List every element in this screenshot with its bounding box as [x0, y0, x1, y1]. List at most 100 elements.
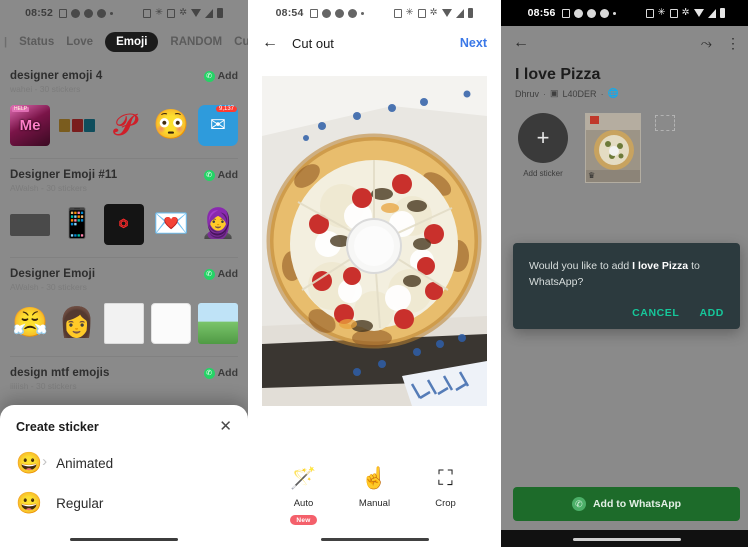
meta-separator: · [600, 88, 604, 99]
option-animated[interactable]: 😀 › Animated [16, 453, 232, 474]
tool-auto-label: Auto [293, 498, 314, 509]
sticker-preview[interactable]: 💌 [151, 204, 191, 245]
nope-emoji-sticker-icon: 😤 [11, 307, 49, 339]
sticker-pack-row[interactable]: designer emoji 4 wahei - 30 stickers ✆ A… [10, 60, 238, 146]
message-dot-icon [321, 8, 331, 18]
battery-icon [467, 8, 474, 18]
signal-icon [205, 8, 214, 18]
pack-header: designer emoji 4 wahei - 30 stickers ✆ A… [10, 70, 238, 94]
tab-status[interactable]: Status [19, 36, 54, 48]
emoji-sticker-icon: 😳 [152, 109, 190, 141]
add-pack-button[interactable]: ✆ Add [203, 70, 238, 82]
add-pack-button[interactable]: ✆ Add [203, 367, 238, 379]
sticker-preview[interactable]: 😤 [10, 303, 50, 344]
home-indicator[interactable] [320, 537, 429, 541]
battery-icon [719, 8, 726, 18]
love-letter-sticker-icon: 💌 [152, 208, 190, 240]
sticker-preview[interactable]: HELP Me [10, 105, 50, 146]
qr-icon [669, 8, 678, 18]
sticker-art-tag: HELP [12, 106, 30, 112]
pack-preview-strip[interactable]: 📱 ⏣ 💌 🧕 [10, 201, 238, 245]
sticker-preview[interactable]: 9,137 ✉ [198, 105, 238, 146]
sticker-preview[interactable] [57, 105, 97, 146]
sticker-pack-row[interactable]: Designer Emoji #11 AWalsh - 30 stickers … [10, 159, 238, 245]
hand-phone-sticker-icon: 📱 [58, 208, 96, 240]
tool-auto[interactable]: 🪄 Auto New [274, 466, 334, 525]
smiley-icon: 😀 [16, 492, 43, 515]
message-dot-icon [334, 8, 344, 18]
add-pack-button[interactable]: ✆ Add [203, 169, 238, 181]
sticker-pack-list: designer emoji 4 wahei - 30 stickers ✆ A… [0, 60, 248, 391]
tab-edge-partial: | [4, 36, 8, 48]
tab-love[interactable]: Love [66, 36, 93, 48]
three-phone-screenshots: 08:52 ✳ ✲ | Status Love Emoji RANDOM Cut… [0, 0, 748, 547]
sheet-header: Create sticker ✕ [16, 419, 232, 434]
pack-header: Designer Emoji #11 AWalsh - 30 stickers … [10, 169, 238, 193]
panel-cut-out: 08:54 ✳ ✲ ← Cut out Next 🪄 Auto New ☝ Ma… [250, 0, 499, 547]
sticker-preview[interactable]: ⏣ [104, 204, 144, 245]
sticker-preview[interactable]: 𝓟 [104, 105, 144, 146]
pack-title: designer emoji 4 [10, 70, 103, 82]
nfc-icon [143, 8, 151, 18]
status-bar: 08:54 ✳ ✲ [250, 0, 499, 26]
message-dot-icon [586, 8, 596, 18]
tool-crop[interactable]: ⛶ Crop [416, 466, 476, 509]
sticker-pack-row[interactable]: design mtf emojis iiiiish - 30 stickers … [10, 357, 238, 391]
battery-icon [217, 8, 223, 18]
tool-manual[interactable]: ☝ Manual [345, 466, 405, 509]
nfc-icon [645, 8, 654, 18]
add-pack-button[interactable]: ✆ Add [203, 268, 238, 280]
sticker-preview[interactable] [10, 204, 50, 245]
bluetooth-icon: ✳ [657, 7, 666, 19]
calendar-icon [561, 8, 570, 18]
more-vertical-icon[interactable]: ⋮ [726, 35, 740, 52]
sticker-badge: 9,137 [215, 106, 237, 112]
calendar-icon [59, 8, 67, 18]
cancel-button[interactable]: CANCEL [632, 307, 679, 319]
add-sticker-button[interactable]: + Add sticker [515, 113, 571, 178]
home-indicator[interactable] [572, 537, 681, 541]
option-regular-label: Regular [56, 496, 104, 511]
tab-cute[interactable]: Cute [234, 36, 248, 48]
next-button[interactable]: Next [460, 36, 487, 50]
pack-preview-strip[interactable]: 😤 👩 [10, 300, 239, 344]
category-tabs[interactable]: | Status Love Emoji RANDOM Cute [0, 26, 248, 60]
add-button[interactable]: ADD [699, 307, 724, 319]
bluetooth-icon: ✳ [155, 7, 164, 19]
status-bar-time: 08:56 [527, 7, 556, 19]
option-regular[interactable]: 😀 Regular [16, 493, 232, 514]
sticker-preview[interactable] [151, 303, 192, 344]
sticker-preview[interactable]: 👩 [57, 303, 97, 344]
close-icon[interactable]: ✕ [219, 419, 232, 434]
home-indicator[interactable] [70, 537, 178, 541]
tool-crop-label: Crop [435, 498, 456, 509]
sticker-preview[interactable]: 😳 [151, 105, 191, 146]
sticker-preview[interactable]: 📱 [57, 204, 97, 245]
tab-random[interactable]: RANDOM [170, 36, 222, 48]
pack-preview-strip[interactable]: HELP Me 𝓟 😳 9,137 ✉ [10, 102, 238, 146]
pack-subtitle: AWalsh - 30 stickers [10, 282, 87, 292]
tab-emoji[interactable]: Emoji [105, 32, 159, 52]
motion-trail-icon: › [42, 453, 48, 470]
pack-author: Dhruv [515, 88, 540, 99]
add-to-whatsapp-button[interactable]: ✆ Add to WhatsApp [513, 487, 740, 521]
mute-icon: ✲ [179, 7, 188, 19]
dialog-pack-name: I love Pizza [632, 260, 689, 272]
back-arrow-icon[interactable]: ← [262, 35, 278, 51]
dot-icon [612, 11, 616, 15]
share-icon[interactable]: ⤳ [701, 35, 712, 52]
sticker-thumbnail[interactable]: ♛ [585, 113, 641, 183]
pack-header: design mtf emojis iiiiish - 30 stickers … [10, 367, 238, 391]
sticker-preview[interactable]: 🧕 [198, 204, 238, 245]
editing-toolbar[interactable]: 🪄 Auto New ☝ Manual ⛶ Crop [250, 466, 499, 525]
sticker-preview[interactable] [198, 303, 239, 344]
sticker-preview[interactable] [103, 303, 144, 344]
sticker-pack-row[interactable]: Designer Emoji AWalsh - 30 stickers ✆ Ad… [10, 258, 239, 344]
status-bar: 08:52 ✳ ✲ [0, 0, 248, 26]
whatsapp-icon: ✆ [571, 497, 586, 511]
option-animated-label: Animated [56, 456, 114, 471]
pizza-photo[interactable] [262, 76, 487, 406]
back-arrow-icon[interactable]: ← [513, 35, 529, 51]
add-pack-label: Add [217, 367, 238, 379]
message-dot-icon [599, 8, 609, 18]
